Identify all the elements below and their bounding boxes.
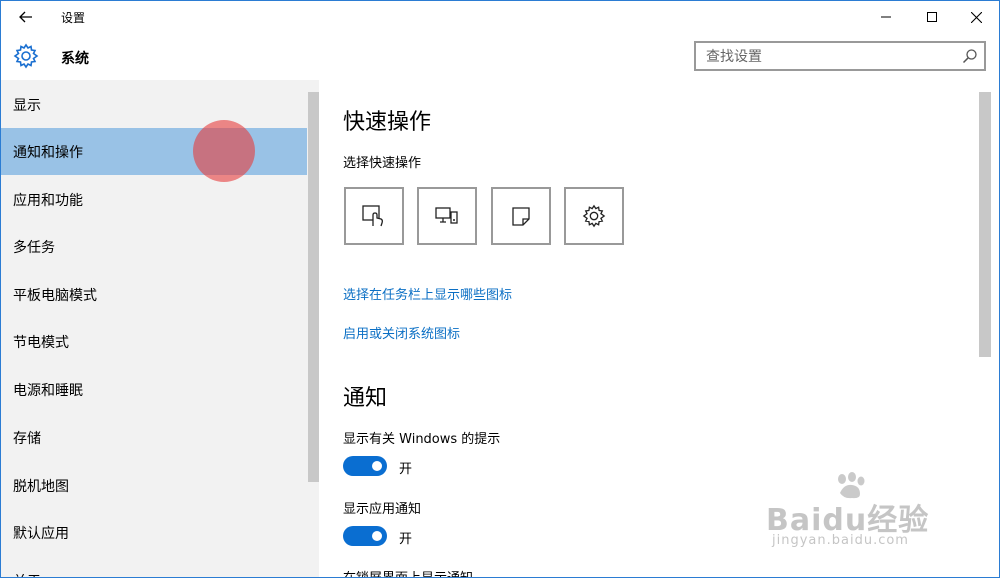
maximize-icon bbox=[927, 12, 937, 22]
title-bar: 设置 bbox=[1, 1, 999, 33]
sidebar-item-label: 平板电脑模式 bbox=[13, 287, 97, 304]
window-title: 设置 bbox=[61, 11, 86, 25]
main-content: 快速操作 选择快速操作 选择在任务栏上显示哪些图标 启用或关闭系统图标 通知 显… bbox=[319, 80, 999, 577]
windows-tips-label: 显示有关 Windows 的提示 bbox=[343, 432, 501, 447]
notifications-heading: 通知 bbox=[343, 386, 388, 411]
sidebar-item-label: 默认应用 bbox=[13, 525, 69, 542]
sidebar-item-about[interactable]: 关于 bbox=[1, 557, 307, 578]
sidebar-item-default-apps[interactable]: 默认应用 bbox=[1, 509, 307, 556]
taskbar-icons-link[interactable]: 选择在任务栏上显示哪些图标 bbox=[343, 284, 512, 303]
sidebar-item-multitasking[interactable]: 多任务 bbox=[1, 223, 307, 270]
sidebar-item-label: 通知和操作 bbox=[13, 144, 83, 161]
quick-action-tile-project[interactable] bbox=[417, 187, 477, 245]
sidebar-item-label: 多任务 bbox=[13, 239, 55, 256]
tablet-mode-icon bbox=[362, 205, 383, 227]
sidebar-item-label: 节电模式 bbox=[13, 334, 69, 351]
sidebar: 显示 通知和操作 应用和功能 多任务 平板电脑模式 节电模式 电源和睡眠 存储 … bbox=[1, 80, 319, 578]
quick-actions-subheading: 选择快速操作 bbox=[343, 156, 422, 171]
search-input[interactable] bbox=[704, 46, 958, 68]
windows-tips-state: 开 bbox=[399, 462, 413, 477]
sidebar-item-notifications[interactable]: 通知和操作 bbox=[1, 128, 307, 175]
close-button[interactable] bbox=[953, 1, 999, 33]
note-icon bbox=[512, 207, 530, 226]
windows-tips-toggle[interactable] bbox=[343, 456, 387, 476]
sidebar-item-label: 显示 bbox=[13, 97, 41, 114]
sidebar-item-offline-maps[interactable]: 脱机地图 bbox=[1, 462, 307, 509]
toggle-knob bbox=[372, 461, 382, 471]
sidebar-item-display[interactable]: 显示 bbox=[1, 81, 307, 128]
system-icons-link[interactable]: 启用或关闭系统图标 bbox=[343, 323, 460, 342]
page-header: 系统 bbox=[1, 33, 999, 79]
search-icon[interactable] bbox=[962, 48, 978, 64]
search-box[interactable] bbox=[694, 41, 986, 71]
sidebar-item-label: 电源和睡眠 bbox=[13, 382, 83, 399]
sidebar-item-storage[interactable]: 存储 bbox=[1, 414, 307, 461]
main-scrollbar[interactable] bbox=[979, 92, 991, 357]
back-arrow-icon bbox=[19, 11, 32, 23]
toggle-knob bbox=[372, 531, 382, 541]
quick-action-tile-tablet-mode[interactable] bbox=[344, 187, 404, 245]
sidebar-scrollbar[interactable] bbox=[308, 92, 319, 482]
maximize-button[interactable] bbox=[909, 1, 955, 33]
quick-actions-heading: 快速操作 bbox=[343, 110, 432, 135]
quick-action-tile-note[interactable] bbox=[491, 187, 551, 245]
quick-action-tile-all-settings[interactable] bbox=[564, 187, 624, 245]
sidebar-item-label: 存储 bbox=[13, 430, 41, 447]
minimize-button[interactable] bbox=[863, 1, 909, 33]
minimize-icon bbox=[881, 16, 891, 18]
settings-window: 设置 系统 显示 通 bbox=[0, 0, 1000, 578]
back-button[interactable] bbox=[11, 5, 41, 29]
app-notifications-state: 开 bbox=[399, 532, 413, 547]
sidebar-item-label: 关于 bbox=[13, 571, 41, 578]
all-settings-icon bbox=[582, 204, 606, 228]
page-title: 系统 bbox=[61, 51, 89, 67]
sidebar-item-tablet-mode[interactable]: 平板电脑模式 bbox=[1, 271, 307, 318]
sidebar-item-label: 应用和功能 bbox=[13, 192, 83, 209]
sidebar-item-apps[interactable]: 应用和功能 bbox=[1, 176, 307, 223]
gear-icon bbox=[13, 43, 39, 69]
sidebar-item-label: 脱机地图 bbox=[13, 478, 69, 495]
sidebar-item-battery-saver[interactable]: 节电模式 bbox=[1, 318, 307, 365]
app-notifications-toggle[interactable] bbox=[343, 526, 387, 546]
sidebar-item-power-sleep[interactable]: 电源和睡眠 bbox=[1, 366, 307, 413]
project-icon bbox=[435, 207, 458, 224]
lock-screen-notifications-label: 在锁屏界面上显示通知 bbox=[343, 567, 473, 577]
close-icon bbox=[970, 11, 982, 23]
app-notifications-label: 显示应用通知 bbox=[343, 502, 422, 517]
